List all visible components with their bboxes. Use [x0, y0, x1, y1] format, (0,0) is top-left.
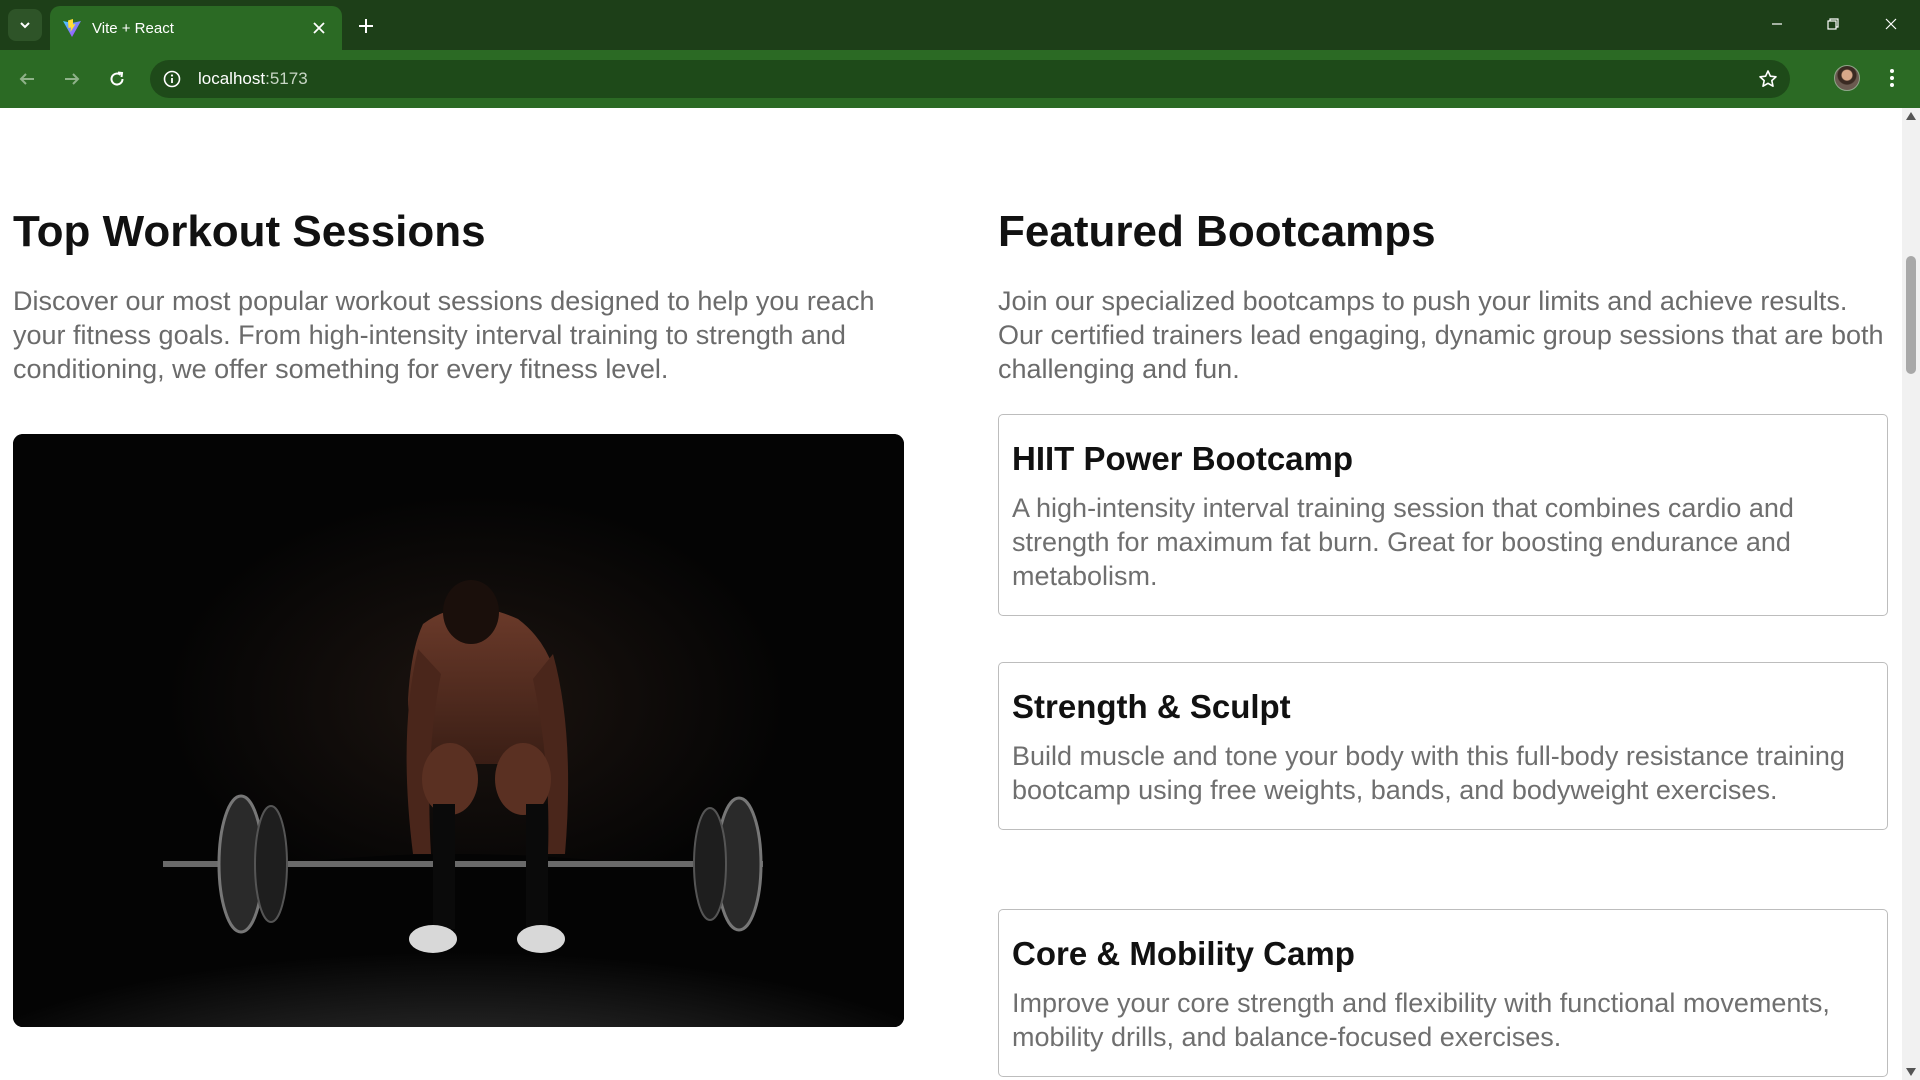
kebab-menu-icon — [1890, 69, 1894, 87]
workout-sessions-description: Discover our most popular workout sessio… — [13, 286, 875, 385]
page-viewport: Top Workout Sessions Discover our most p… — [0, 108, 1902, 1080]
plus-icon — [359, 19, 373, 33]
featured-bootcamps-description: Join our specialized bootcamps to push y… — [998, 286, 1884, 385]
browser-toolbar: localhost:5173 — [0, 50, 1920, 108]
info-icon — [163, 70, 181, 88]
reload-button[interactable] — [99, 61, 135, 97]
bootcamp-card-description: A high-intensity interval training sessi… — [1012, 492, 1794, 591]
bootcamp-card-title: Core & Mobility Camp — [1012, 935, 1355, 972]
scroll-down-arrow-icon[interactable] — [1906, 1068, 1916, 1076]
reload-icon — [110, 71, 124, 86]
close-icon — [1885, 18, 1897, 30]
browser-menu-button[interactable] — [1878, 64, 1906, 92]
profile-avatar[interactable] — [1834, 65, 1860, 91]
address-bar[interactable]: localhost:5173 — [150, 60, 1790, 98]
workout-sessions-section: Top Workout Sessions Discover our most p… — [13, 207, 905, 386]
vite-logo-icon — [63, 19, 81, 37]
forward-button[interactable] — [54, 61, 90, 97]
close-icon — [313, 22, 325, 34]
restore-button[interactable] — [1810, 8, 1856, 40]
arrow-left-icon — [19, 73, 34, 85]
tab-title: Vite + React — [92, 19, 174, 37]
back-button[interactable] — [9, 61, 45, 97]
browser-tab-bar: Vite + React — [0, 0, 1920, 50]
weightlifter-photo — [13, 434, 904, 1027]
bootcamp-card-title: Strength & Sculpt — [1012, 688, 1291, 725]
bootcamp-card[interactable]: HIIT Power Bootcamp A high-intensity int… — [998, 414, 1888, 616]
restore-icon — [1827, 18, 1839, 30]
minimize-icon — [1772, 23, 1782, 25]
tab-search-button[interactable] — [8, 9, 42, 41]
chevron-down-icon — [20, 22, 30, 29]
star-icon — [1759, 70, 1777, 87]
bootcamp-card-description: Improve your core strength and flexibili… — [1012, 987, 1830, 1052]
close-window-button[interactable] — [1868, 8, 1914, 40]
new-tab-button[interactable] — [352, 12, 380, 40]
bootcamp-card-description: Build muscle and tone your body with thi… — [1012, 740, 1845, 805]
tab-close-button[interactable] — [308, 17, 330, 39]
page-scrollbar[interactable] — [1902, 108, 1920, 1080]
workout-sessions-title: Top Workout Sessions — [13, 207, 486, 256]
featured-bootcamps-title: Featured Bootcamps — [998, 207, 1436, 256]
url-host: localhost — [198, 69, 266, 88]
url-port: :5173 — [265, 69, 308, 88]
bootcamp-card[interactable]: Strength & Sculpt Build muscle and tone … — [998, 662, 1888, 830]
minimize-button[interactable] — [1754, 8, 1800, 40]
arrow-right-icon — [65, 73, 80, 85]
workout-hero-image — [13, 434, 904, 1027]
bootcamp-card-title: HIIT Power Bootcamp — [1012, 440, 1354, 477]
bootcamp-card[interactable]: Core & Mobility Camp Improve your core s… — [998, 909, 1888, 1077]
scrollbar-thumb[interactable] — [1906, 256, 1916, 374]
scroll-up-arrow-icon[interactable] — [1906, 112, 1916, 120]
site-info-button[interactable] — [160, 67, 184, 91]
browser-tab-active[interactable]: Vite + React — [50, 6, 342, 50]
featured-bootcamps-section: Featured Bootcamps Join our specialized … — [998, 207, 1888, 386]
bookmark-button[interactable] — [1756, 67, 1780, 91]
url-text: localhost:5173 — [198, 69, 308, 89]
